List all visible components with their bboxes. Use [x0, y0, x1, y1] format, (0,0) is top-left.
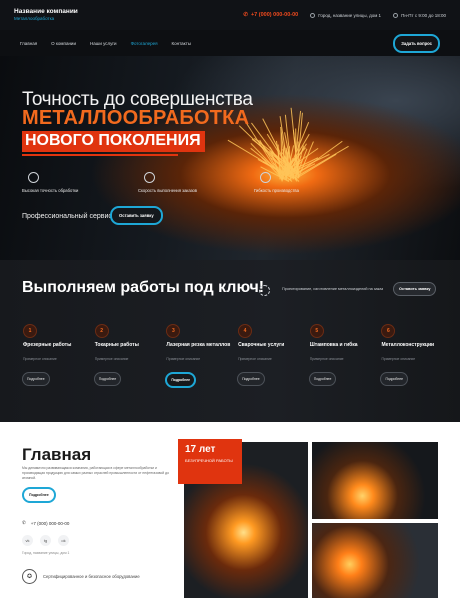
feature-flexibility: Гибкость производства — [254, 172, 334, 193]
telegram-icon[interactable]: tg — [40, 535, 51, 546]
ask-question-button[interactable]: Задать вопрос — [393, 33, 440, 53]
feature-label: Высокая точность обработки — [22, 188, 79, 193]
service-name: Лазерная резка металлов — [166, 342, 231, 348]
about-address: Город, название улицы, дом 1 — [22, 551, 70, 555]
works-request-button[interactable]: Оставить заявку — [393, 282, 437, 296]
years-label: БЕЗУПРЕЧНОЙ РАБОТЫ — [185, 458, 233, 463]
nav-item-about[interactable]: О компании — [51, 41, 76, 46]
hero-line-2: МЕТАЛЛООБРАБОТКА — [22, 107, 250, 129]
about-section: Главная Мы динамично развивающаяся компа… — [0, 422, 460, 600]
service-name: Штамповка и гибка — [309, 342, 358, 348]
service-item: 5 Штамповка и гибка Примерное описание Подр… — [307, 324, 379, 416]
service-number: 1 — [23, 324, 37, 338]
service-sub: Примерное описание — [381, 357, 416, 361]
header-phone[interactable]: ✆ +7 (000) 000-00-00 — [243, 12, 298, 18]
vk-icon[interactable]: vk — [22, 535, 33, 546]
service-item: 3 Лазерная резка металлов Примерное описан… — [163, 324, 235, 416]
services-list: 1 Фрезерные работы Примерное описание Подро… — [20, 324, 450, 416]
gallery-photo-lathe[interactable] — [312, 523, 438, 598]
nav-item-contacts[interactable]: Контакты — [172, 41, 191, 46]
service-more-button[interactable]: Подробнее — [308, 372, 337, 386]
years-badge: 17 лет БЕЗУПРЕЧНОЙ РАБОТЫ — [178, 439, 242, 484]
hero-underline — [22, 154, 178, 156]
service-more-button[interactable]: Подробнее — [165, 372, 197, 388]
about-phone-text: +7 (000) 000-00-00 — [30, 520, 70, 526]
phone-icon: ✆ — [22, 520, 26, 525]
certification-text: Сертифицированное и безопасное оборудова… — [43, 574, 140, 579]
service-name: Фрезерные работы — [23, 342, 72, 348]
header-phone-text: +7 (000) 000-00-00 — [250, 12, 299, 18]
about-text: Мы динамично развивающаяся компания, раб… — [22, 466, 170, 481]
service-name: Металлоконструкции — [381, 342, 435, 348]
service-number: 6 — [381, 324, 396, 338]
works-title: Выполняем работы под ключ! — [22, 279, 265, 296]
service-more-button[interactable]: Подробнее — [93, 372, 122, 386]
main-nav: Главная О компании Наши услуги Фотогалер… — [0, 30, 460, 56]
service-number: 5 — [309, 324, 324, 338]
top-bar: Название компании Металлообработка ✆ +7 (… — [0, 0, 460, 30]
service-item: 6 Металлоконструкции Примерное описание Под… — [378, 324, 450, 416]
service-more-button[interactable]: Подробнее — [22, 372, 50, 386]
works-description: Проектирование, изготовление металлоизде… — [282, 287, 384, 291]
nav-item-services[interactable]: Наши услуги — [90, 41, 117, 46]
about-more-button[interactable]: Подробнее — [22, 487, 56, 503]
certificate-icon: ✪ — [22, 569, 37, 584]
service-name: Сварочные услуги — [238, 342, 285, 348]
service-item: 2 Токарные работы Примерное описание Подроб… — [92, 324, 164, 416]
header-hours-text: Пн-Пт с 9:00 до 18:00 — [401, 12, 446, 18]
about-phone[interactable]: ✆ +7 (000) 000-00-00 — [22, 520, 69, 526]
clock-icon — [144, 172, 155, 183]
years-number: 17 лет — [185, 444, 216, 455]
nav-item-home[interactable]: Главная — [20, 41, 37, 46]
service-name: Токарные работы — [94, 342, 139, 348]
header-address: Город, название улицы, дом 1 — [310, 12, 382, 18]
feature-speed: Скорость выполнения заказов — [138, 172, 218, 193]
hero-line-3: НОВОГО ПОКОЛЕНИЯ — [22, 131, 205, 152]
settings-icon — [260, 172, 271, 183]
odnoklassniki-icon[interactable]: ok — [58, 535, 69, 546]
service-sub: Примерное описание — [94, 357, 129, 361]
page-title: Главная — [22, 445, 92, 464]
company-subtitle: Металлообработка — [14, 16, 55, 21]
service-number: 3 — [166, 324, 181, 338]
works-section: Выполняем работы под ключ! Проектировани… — [0, 260, 460, 422]
header-hours: Пн-Пт с 9:00 до 18:00 — [393, 12, 446, 18]
company-name: Название компании — [14, 7, 78, 15]
service-sub: Примерное описание — [166, 357, 201, 361]
service-number: 2 — [94, 324, 109, 338]
award-icon — [28, 172, 39, 183]
hero-banner: Точность до совершенства МЕТАЛЛООБРАБОТК… — [0, 56, 460, 260]
certification: ✪ Сертифицированное и безопасное оборудов… — [22, 569, 140, 584]
nav-item-gallery[interactable]: Фотогалерея — [131, 41, 158, 46]
service-sub: Примерное описание — [238, 357, 272, 361]
location-icon — [310, 12, 316, 18]
pro-service-text: Профессиональный сервис — [22, 213, 112, 220]
leave-request-button[interactable]: Оставить заявку — [110, 206, 163, 225]
phone-icon: ✆ — [243, 12, 248, 18]
service-item: 1 Фрезерные работы Примерное описание Подро… — [20, 324, 92, 416]
service-more-button[interactable]: Подробнее — [237, 372, 265, 386]
header-contacts: ✆ +7 (000) 000-00-00 Город, название улиц… — [243, 12, 446, 18]
social-links: vk tg ok — [22, 535, 69, 546]
header-address-text: Город, название улицы, дом 1 — [318, 12, 382, 18]
company-logo[interactable]: Название компании Металлообработка — [14, 7, 78, 22]
service-more-button[interactable]: Подробнее — [380, 372, 409, 386]
service-item: 4 Сварочные услуги Примерное описание Подро… — [235, 324, 307, 416]
feature-precision: Высокая точность обработки — [22, 172, 102, 193]
gallery-photo-cutting[interactable] — [312, 442, 438, 519]
service-sub: Примерное описание — [309, 357, 344, 361]
feature-label: Скорость выполнения заказов — [138, 188, 198, 193]
service-sub: Примерное описание — [23, 357, 57, 361]
clock-icon — [393, 12, 399, 18]
hero-features: Высокая точность обработки Скорость выпо… — [22, 172, 334, 193]
gear-icon — [259, 285, 270, 296]
service-number: 4 — [238, 324, 253, 338]
feature-label: Гибкость производства — [254, 188, 299, 193]
